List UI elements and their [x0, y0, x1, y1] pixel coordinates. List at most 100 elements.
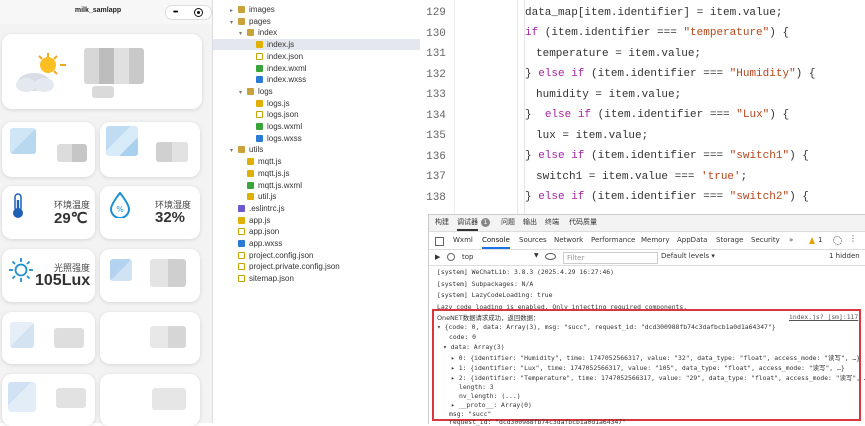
- context-dropdown-icon[interactable]: ▼: [534, 252, 539, 259]
- pixelated-text: [156, 142, 188, 162]
- folder-item[interactable]: ▾ index: [239, 27, 277, 38]
- file-item[interactable]: app.json: [230, 226, 279, 237]
- file-item[interactable]: index.wxss: [248, 74, 306, 85]
- tab-issues[interactable]: 问题: [501, 215, 515, 231]
- file-name: mqtt.js.wxml: [258, 180, 302, 190]
- tab-terminal[interactable]: 终端: [545, 215, 559, 231]
- line-number: 129: [426, 7, 446, 19]
- pixelated-icon: [110, 259, 132, 281]
- folder-icon: [247, 87, 254, 95]
- log-proto[interactable]: ▸ __proto__: Array(0): [451, 401, 532, 409]
- file-item[interactable]: project.config.json: [230, 250, 313, 261]
- file-explorer: ▸ images ▾ pages ▾ index index.js index.json ind…: [213, 0, 455, 423]
- log-object-summary[interactable]: ▾ {code: 0, data: Array(3), msg: "succ",…: [437, 323, 776, 331]
- folder-item[interactable]: ▾ logs: [239, 86, 273, 97]
- block-icon[interactable]: [447, 253, 455, 261]
- more-dots-icon[interactable]: •••: [173, 9, 178, 16]
- file-item[interactable]: index.js: [213, 39, 455, 51]
- file-item[interactable]: util.js: [239, 191, 276, 202]
- more-tabs-button[interactable]: »: [789, 233, 793, 249]
- settings-gear-icon[interactable]: [833, 236, 842, 245]
- file-item[interactable]: app.wxss: [230, 238, 282, 249]
- file-item[interactable]: .eslintrc.js: [230, 203, 285, 214]
- log-levels-select[interactable]: Default levels ▾: [661, 252, 715, 260]
- line-number: 137: [426, 171, 446, 183]
- file-item[interactable]: project.private.config.json: [230, 261, 340, 272]
- folder-item[interactable]: ▾ utils: [230, 144, 263, 155]
- log-data[interactable]: ▾ data: Array(3): [443, 343, 505, 351]
- tab-network[interactable]: Network: [554, 233, 583, 249]
- js-file-icon: [238, 216, 245, 224]
- tab-console[interactable]: Console: [482, 233, 510, 249]
- tab-sources[interactable]: Sources: [519, 233, 547, 249]
- tab-build[interactable]: 构建: [435, 215, 449, 231]
- chevron-icon[interactable]: ▾: [239, 88, 247, 99]
- inspect-element-icon[interactable]: [435, 237, 444, 246]
- log-source-link[interactable]: index.js? [sm]:117: [789, 313, 858, 321]
- wxss-file-icon: [256, 76, 263, 84]
- file-item[interactable]: index.json: [248, 51, 303, 62]
- tab-storage[interactable]: Storage: [716, 233, 743, 249]
- log-data-item[interactable]: ▸ 1: {identifier: "Lux", time: 174705256…: [451, 363, 845, 372]
- file-item[interactable]: mqtt.js.wxml: [239, 180, 302, 191]
- sun-icon: [9, 258, 33, 282]
- file-name: app.json: [249, 227, 280, 237]
- json-file-icon: [238, 228, 245, 236]
- folder-item[interactable]: ▸ images: [230, 4, 275, 15]
- tab-performance[interactable]: Performance: [591, 233, 635, 249]
- file-name: app.wxss: [249, 239, 283, 248]
- status-card: [100, 122, 200, 177]
- tab-security[interactable]: Security: [751, 233, 780, 249]
- simulator-panel: milk_samlapp ••• 环境温度 29℃ % 环境湿度 32% 光照强…: [0, 0, 213, 426]
- file-item[interactable]: mqtt.js.js: [239, 168, 290, 179]
- clear-console-icon[interactable]: ▶: [435, 253, 440, 261]
- file-item[interactable]: logs.wxml: [248, 121, 302, 132]
- tab-code-quality[interactable]: 代码质量: [569, 215, 597, 231]
- log-msg: msg: "succ": [449, 410, 492, 418]
- json-file-icon: [238, 263, 245, 271]
- expand-arrow-icon[interactable]: ▾: [437, 323, 445, 331]
- tab-output[interactable]: 输出: [523, 215, 537, 231]
- file-item[interactable]: app.js: [230, 215, 270, 226]
- humidity-card: % 环境湿度 32%: [100, 186, 200, 239]
- file-item[interactable]: logs.json: [248, 109, 299, 120]
- file-item[interactable]: sitemap.json: [230, 273, 294, 284]
- tab-appdata[interactable]: AppData: [677, 233, 707, 249]
- file-item[interactable]: mqtt.js: [239, 156, 282, 167]
- log-data-item[interactable]: ▸ 0: {identifier: "Humidity", time: 1747…: [451, 353, 860, 362]
- pixelated-weather-text: [92, 86, 114, 98]
- log-request-id: request_id: "dcd300988fb74c3dafbcb1a0d1a…: [449, 418, 626, 426]
- log-data-item[interactable]: ▸ 2: {identifier: "Temperature", time: 1…: [451, 373, 865, 382]
- folder-item[interactable]: ▾ pages: [230, 16, 271, 27]
- status-card: [100, 249, 200, 302]
- tab-memory[interactable]: Memory: [641, 233, 669, 249]
- light-value: 105Lux: [35, 272, 91, 289]
- code-line-135: lux = item.value;: [536, 130, 649, 142]
- eye-icon[interactable]: [545, 253, 556, 260]
- file-item[interactable]: logs.wxss: [248, 133, 302, 144]
- folder-icon: [238, 17, 245, 25]
- chevron-icon[interactable]: ▾: [230, 18, 238, 29]
- capsule-menu[interactable]: •••: [165, 5, 212, 20]
- log-header: OneNET数据请求成功，返回数据：: [437, 314, 540, 322]
- console-line: [system] Subpackages: N/A: [437, 280, 534, 288]
- file-name: pages: [249, 16, 271, 26]
- close-circle-icon[interactable]: [194, 8, 203, 17]
- console-toolbar: ▶ top ▼ Filter Default levels ▾ 1 hidden: [429, 251, 865, 266]
- tab-debugger[interactable]: 调试器: [457, 215, 478, 231]
- file-item[interactable]: logs.js: [248, 98, 290, 109]
- file-name: mqtt.js.js: [258, 168, 290, 178]
- file-name: logs.wxss: [267, 133, 302, 143]
- file-name: index.js: [267, 40, 295, 50]
- pixelated-text: [56, 388, 86, 408]
- file-name: util.js: [258, 192, 277, 202]
- file-name: utils: [249, 145, 264, 155]
- console-filter-input[interactable]: Filter: [563, 252, 658, 264]
- tab-wxml[interactable]: Wxml: [453, 233, 473, 249]
- file-item[interactable]: index.wxml: [248, 63, 307, 74]
- file-name: project.config.json: [249, 250, 314, 260]
- code-editor[interactable]: 129 130 131 132 133 134 135 136 137 138 data_map[…: [420, 0, 865, 214]
- chevron-icon[interactable]: ▾: [230, 146, 238, 157]
- more-options-icon[interactable]: ⋮: [849, 234, 857, 243]
- status-card: [100, 312, 200, 364]
